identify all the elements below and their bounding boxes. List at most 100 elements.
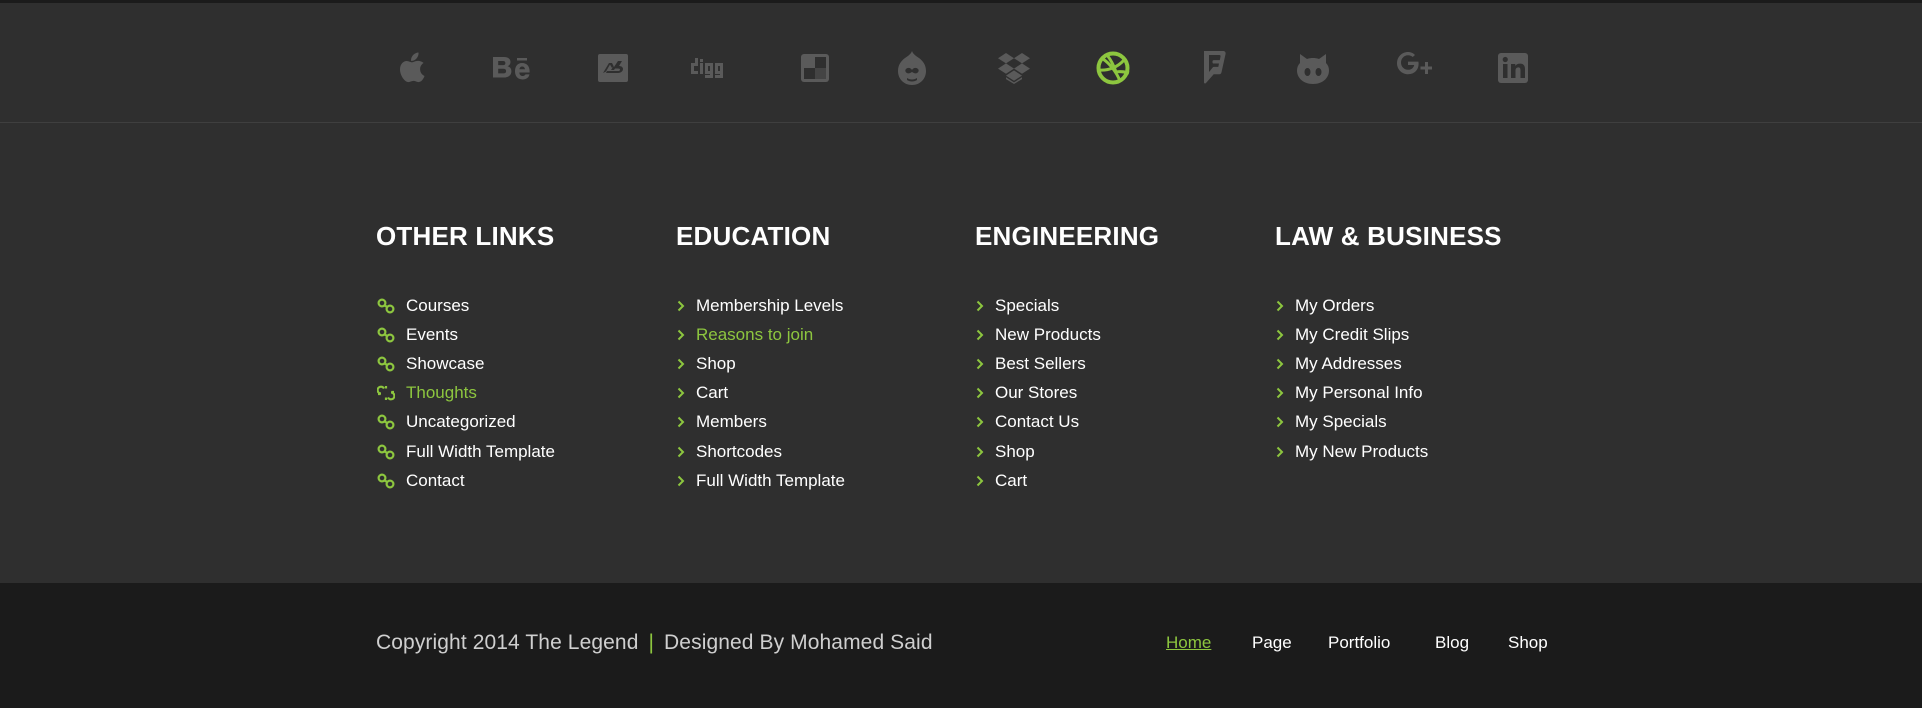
chain-link-icon bbox=[376, 356, 396, 372]
link-label: My Personal Info bbox=[1295, 383, 1423, 403]
footer-link-uncategorized[interactable]: Uncategorized bbox=[376, 408, 666, 437]
chevron-right-icon bbox=[1275, 446, 1285, 458]
footer-link-cart[interactable]: Cart bbox=[975, 466, 1265, 495]
footer-link-my-addresses[interactable]: My Addresses bbox=[1275, 349, 1565, 378]
bottom-bar: Copyright 2014 The Legend | Designed By Mo… bbox=[0, 583, 1922, 708]
footer-link-my-orders[interactable]: My Orders bbox=[1275, 291, 1565, 320]
footer-page: OTHER LINKS Courses Events Showcase Thou… bbox=[0, 0, 1922, 708]
link-label: Reasons to join bbox=[696, 324, 814, 344]
link-list: Membership Levels Reasons to join Shop C… bbox=[676, 291, 966, 495]
footer-column-engineering: ENGINEERING Specials New Products Best S… bbox=[975, 218, 1265, 495]
google-plus-icon[interactable] bbox=[1393, 47, 1435, 89]
footer-link-full-width-template[interactable]: Full Width Template bbox=[376, 437, 666, 466]
chevron-right-icon bbox=[1275, 416, 1285, 428]
chain-link-icon bbox=[376, 473, 396, 489]
footer-link-my-new-products[interactable]: My New Products bbox=[1275, 437, 1565, 466]
footer-link-members[interactable]: Members bbox=[676, 408, 966, 437]
chevron-right-icon bbox=[975, 446, 985, 458]
link-label: My Credit Slips bbox=[1295, 324, 1410, 344]
chevron-right-icon bbox=[676, 358, 686, 370]
linkedin-icon[interactable] bbox=[1492, 47, 1534, 89]
chevron-right-icon bbox=[1275, 358, 1285, 370]
footer-column-other-links: OTHER LINKS Courses Events Showcase Thou… bbox=[376, 218, 666, 495]
link-label: My Specials bbox=[1295, 412, 1387, 432]
link-label: Cart bbox=[696, 383, 729, 403]
chain-link-icon bbox=[376, 298, 396, 314]
chevron-right-icon bbox=[975, 475, 985, 487]
chevron-right-icon bbox=[975, 329, 985, 341]
deviantart-icon[interactable] bbox=[592, 47, 634, 89]
chevron-right-icon bbox=[676, 475, 686, 487]
footer-link-shop[interactable]: Shop bbox=[975, 437, 1265, 466]
footer-link-new-products[interactable]: New Products bbox=[975, 320, 1265, 349]
footer-link-best-sellers[interactable]: Best Sellers bbox=[975, 349, 1265, 378]
chain-link-icon bbox=[376, 414, 396, 430]
footer-nav-portfolio[interactable]: Portfolio bbox=[1328, 633, 1390, 653]
footer-link-my-credit-slips[interactable]: My Credit Slips bbox=[1275, 320, 1565, 349]
footer-link-my-personal-info[interactable]: My Personal Info bbox=[1275, 379, 1565, 408]
chain-link-icon bbox=[376, 327, 396, 343]
link-label: Thoughts bbox=[406, 383, 477, 403]
dribbble-icon[interactable] bbox=[1092, 47, 1134, 89]
foursquare-icon[interactable] bbox=[1193, 47, 1235, 89]
link-label: Showcase bbox=[406, 353, 485, 373]
footer-link-courses[interactable]: Courses bbox=[376, 291, 666, 320]
link-label: My New Products bbox=[1295, 441, 1429, 461]
link-label: New Products bbox=[995, 324, 1101, 344]
digg-icon[interactable] bbox=[689, 47, 731, 89]
footer-link-showcase[interactable]: Showcase bbox=[376, 349, 666, 378]
link-label: Shop bbox=[696, 353, 736, 373]
chevron-right-icon bbox=[676, 446, 686, 458]
footer-nav-blog[interactable]: Blog bbox=[1435, 633, 1469, 653]
behance-icon[interactable] bbox=[491, 47, 533, 89]
link-label: Cart bbox=[995, 470, 1028, 490]
footer-link-cart[interactable]: Cart bbox=[676, 379, 966, 408]
chain-link-icon bbox=[376, 444, 396, 460]
link-list: My Orders My Credit Slips My Addresses M… bbox=[1275, 291, 1565, 466]
copyright-text: Copyright 2014 The Legend | Designed By Mo… bbox=[376, 631, 933, 655]
link-label: Courses bbox=[406, 295, 470, 315]
footer-link-thoughts[interactable]: Thoughts bbox=[376, 379, 666, 408]
drupal-icon[interactable] bbox=[891, 47, 933, 89]
separator: | bbox=[648, 631, 655, 654]
footer-link-events[interactable]: Events bbox=[376, 320, 666, 349]
footer-link-shop[interactable]: Shop bbox=[676, 349, 966, 378]
column-title: ENGINEERING bbox=[975, 221, 1160, 251]
link-label: Our Stores bbox=[995, 383, 1078, 403]
chevron-right-icon bbox=[975, 387, 985, 399]
link-label: Full Width Template bbox=[406, 441, 555, 461]
footer-link-contact-us[interactable]: Contact Us bbox=[975, 408, 1265, 437]
footer-link-specials[interactable]: Specials bbox=[975, 291, 1265, 320]
chevron-right-icon bbox=[975, 416, 985, 428]
link-label: Uncategorized bbox=[406, 412, 516, 432]
footer-link-reasons-to-join[interactable]: Reasons to join bbox=[676, 320, 966, 349]
chevron-right-icon bbox=[676, 387, 686, 399]
delicious-icon[interactable] bbox=[794, 47, 836, 89]
chevron-right-icon bbox=[676, 329, 686, 341]
footer-link-membership-levels[interactable]: Membership Levels bbox=[676, 291, 966, 320]
footer-nav-shop[interactable]: Shop bbox=[1508, 633, 1548, 653]
chevron-right-icon bbox=[975, 358, 985, 370]
link-label: Shop bbox=[995, 441, 1035, 461]
chevron-right-icon bbox=[676, 416, 686, 428]
footer-link-shortcodes[interactable]: Shortcodes bbox=[676, 437, 966, 466]
footer-column-education: EDUCATION Membership Levels Reasons to j… bbox=[676, 218, 966, 495]
footer-link-contact[interactable]: Contact bbox=[376, 466, 666, 495]
copyright-label: Copyright 2014 The Legend bbox=[376, 631, 639, 654]
link-label: Members bbox=[696, 412, 767, 432]
link-label: Events bbox=[406, 324, 458, 344]
chevron-right-icon bbox=[676, 300, 686, 312]
chevron-right-icon bbox=[1275, 300, 1285, 312]
footer-link-my-specials[interactable]: My Specials bbox=[1275, 408, 1565, 437]
footer-link-our-stores[interactable]: Our Stores bbox=[975, 379, 1265, 408]
apple-icon[interactable] bbox=[391, 47, 433, 89]
link-label: Contact bbox=[406, 470, 465, 490]
dropbox-icon[interactable] bbox=[993, 47, 1035, 89]
github-icon[interactable] bbox=[1292, 47, 1334, 89]
footer-link-full-width-template[interactable]: Full Width Template bbox=[676, 466, 966, 495]
link-label: Specials bbox=[995, 295, 1060, 315]
link-list: Specials New Products Best Sellers Our S… bbox=[975, 291, 1265, 495]
link-label: Best Sellers bbox=[995, 353, 1086, 373]
footer-nav-home[interactable]: Home bbox=[1166, 633, 1211, 653]
footer-nav-page[interactable]: Page bbox=[1252, 633, 1292, 653]
